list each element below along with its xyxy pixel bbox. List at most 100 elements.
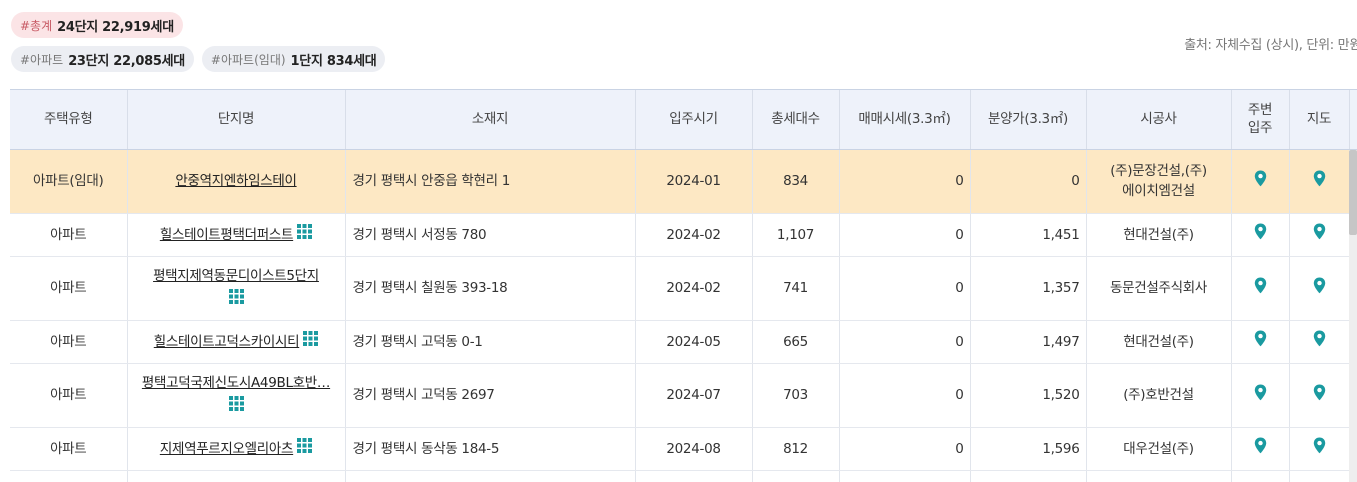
- builder-line1: 대우건설(주): [1123, 440, 1194, 457]
- cell-type: 아파트: [10, 256, 128, 321]
- cell-move-in: 2024-02: [635, 256, 753, 321]
- cell-units: 812: [752, 427, 840, 471]
- cell-sale-price: 0: [839, 256, 971, 321]
- total-tag: #총계: [20, 18, 53, 33]
- cell-name: 안중역지엔하임스테이: [127, 149, 346, 214]
- cell-nearby: [1231, 320, 1290, 364]
- header-scroll-spacer: [1349, 90, 1357, 150]
- table-row: [10, 470, 1357, 482]
- builder-line2: 에이치엠건설: [1122, 183, 1195, 199]
- map-pin-icon[interactable]: [1313, 170, 1326, 193]
- complex-table-container[interactable]: 주택유형 단지명 소재지 입주시기 총세대수 매매시세(3.3㎡) 분양가(3.…: [10, 89, 1357, 482]
- apartment-tag: #아파트: [20, 52, 64, 67]
- table-row: 아파트(임대) 안중역지엔하임스테이 경기 평택시 안중읍 학현리 1 2024…: [10, 149, 1357, 214]
- complex-info-grid-icon[interactable]: [297, 224, 313, 245]
- cell-builder: 현대건설(주): [1086, 320, 1232, 364]
- builder-line1: 동문건설주식회사: [1110, 280, 1207, 296]
- complex-name-link[interactable]: 힐스테이트평택더퍼스트: [160, 227, 294, 243]
- cell-sale-price: 0: [839, 320, 971, 364]
- cell-presale-price: 1,520: [970, 363, 1087, 428]
- cell-name: [127, 470, 346, 482]
- header-builder: 시공사: [1086, 90, 1232, 150]
- cell-units: 665: [752, 320, 840, 364]
- cell-builder: [1086, 470, 1232, 482]
- cell-address: 경기 평택시 고덕동 0-1: [345, 320, 636, 364]
- cell-map: [1289, 363, 1350, 428]
- header-name: 단지명: [127, 90, 346, 150]
- complex-name-link[interactable]: 안중역지엔하임스테이: [175, 173, 297, 189]
- cell-builder: (주)문장건설,(주) 에이치엠건설: [1086, 149, 1232, 214]
- complex-info-grid-icon[interactable]: [303, 331, 319, 352]
- cell-map: [1289, 256, 1350, 321]
- builder-line1: (주)호반건설: [1123, 387, 1194, 403]
- cell-sale-price: 0: [839, 213, 971, 257]
- cell-name: 평택지제역동문디이스트5단지: [127, 256, 346, 321]
- cell-move-in: 2024-02: [635, 213, 753, 257]
- cell-presale-price: 1,451: [970, 213, 1087, 257]
- cell-presale-price: 1,497: [970, 320, 1087, 364]
- cell-map: [1289, 470, 1350, 482]
- cell-address: 경기 평택시 서정동 780: [345, 213, 636, 257]
- complex-name-link[interactable]: 지제역푸르지오엘리아츠: [160, 441, 294, 457]
- scrollbar-thumb[interactable]: [1349, 150, 1357, 235]
- table-row: 아파트 지제역푸르지오엘리아츠 경기 평택시 동삭동 184-5 2024-08…: [10, 427, 1357, 471]
- header-units: 총세대수: [752, 90, 840, 150]
- complex-name-link[interactable]: 힐스테이트고덕스카이시티: [154, 334, 300, 350]
- total-summary-badge: #총계 24단지 22,919세대: [11, 12, 183, 38]
- cell-map: [1289, 213, 1350, 257]
- cell-name: 평택고덕국제신도시A49BL호반…: [127, 363, 346, 428]
- builder-line1: (주)문장건설,(주): [1110, 163, 1207, 179]
- cell-address: [345, 470, 636, 482]
- cell-presale-price: 0: [970, 149, 1087, 214]
- header-nearby: 주변 입주: [1231, 90, 1290, 150]
- table-row: 아파트 힐스테이트평택더퍼스트 경기 평택시 서정동 780 2024-02 1…: [10, 213, 1357, 257]
- complex-info-grid-icon[interactable]: [297, 438, 313, 459]
- total-value: 24단지 22,919세대: [57, 19, 174, 35]
- complex-name-link[interactable]: 평택고덕국제신도시A49BL호반…: [142, 375, 331, 391]
- cell-move-in: 2024-05: [635, 320, 753, 364]
- header-presale-price: 분양가(3.3㎡): [970, 90, 1087, 150]
- map-pin-icon[interactable]: [1313, 437, 1326, 460]
- cell-builder: 동문건설주식회사: [1086, 256, 1232, 321]
- cell-units: [752, 470, 840, 482]
- cell-presale-price: 1,357: [970, 256, 1087, 321]
- cell-presale-price: [970, 470, 1087, 482]
- cell-sale-price: 0: [839, 149, 971, 214]
- rental-tag: #아파트(임대): [210, 52, 286, 67]
- rental-summary-badge: #아파트(임대) 1단지 834세대: [201, 46, 386, 72]
- cell-type: 아파트: [10, 213, 128, 257]
- rental-value: 1단지 834세대: [290, 53, 377, 69]
- cell-type: 아파트(임대): [10, 149, 128, 214]
- cell-nearby: [1231, 470, 1290, 482]
- cell-map: [1289, 149, 1350, 214]
- apartment-summary-badge: #아파트 23단지 22,085세대: [11, 46, 194, 72]
- header-nearby-line2: 입주: [1247, 120, 1273, 137]
- complex-name-link[interactable]: 평택지제역동문디이스트5단지: [153, 268, 319, 284]
- header-address: 소재지: [345, 90, 636, 150]
- header-sale-price: 매매시세(3.3㎡): [839, 90, 971, 150]
- cell-units: 741: [752, 256, 840, 321]
- cell-presale-price: 1,596: [970, 427, 1087, 471]
- map-pin-icon[interactable]: [1313, 330, 1326, 353]
- cell-sale-price: [839, 470, 971, 482]
- nearby-map-pin-icon[interactable]: [1254, 277, 1267, 300]
- cell-sale-price: 0: [839, 363, 971, 428]
- map-pin-icon[interactable]: [1313, 384, 1326, 407]
- cell-map: [1289, 427, 1350, 471]
- nearby-map-pin-icon[interactable]: [1254, 437, 1267, 460]
- nearby-map-pin-icon[interactable]: [1254, 170, 1267, 193]
- header-map: 지도: [1289, 90, 1350, 150]
- complex-info-grid-icon[interactable]: [228, 396, 244, 417]
- cell-type: 아파트: [10, 363, 128, 428]
- nearby-map-pin-icon[interactable]: [1254, 384, 1267, 407]
- map-pin-icon[interactable]: [1313, 223, 1326, 246]
- table-scrollbar[interactable]: [1349, 150, 1357, 482]
- cell-nearby: [1231, 363, 1290, 428]
- complex-table: 주택유형 단지명 소재지 입주시기 총세대수 매매시세(3.3㎡) 분양가(3.…: [10, 90, 1357, 482]
- nearby-map-pin-icon[interactable]: [1254, 223, 1267, 246]
- complex-info-grid-icon[interactable]: [228, 289, 244, 310]
- builder-line1: 현대건설(주): [1123, 333, 1194, 350]
- nearby-map-pin-icon[interactable]: [1254, 330, 1267, 353]
- cell-type: 아파트: [10, 427, 128, 471]
- map-pin-icon[interactable]: [1313, 277, 1326, 300]
